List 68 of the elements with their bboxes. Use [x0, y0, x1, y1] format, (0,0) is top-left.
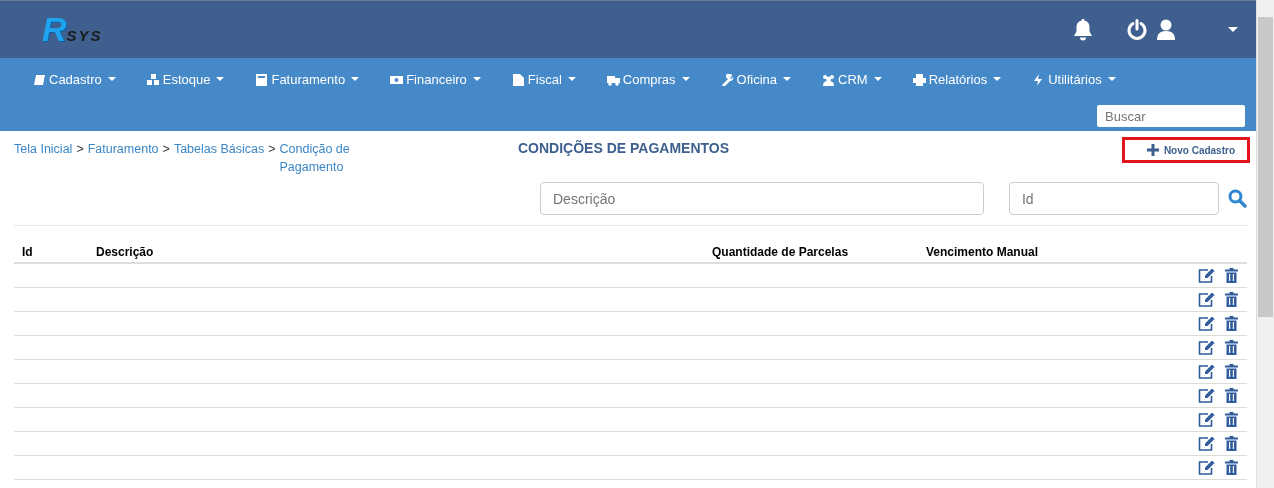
menu-item[interactable]: Estoque	[139, 68, 232, 91]
edit-icon[interactable]	[1198, 436, 1215, 451]
cubes-icon	[146, 73, 160, 86]
truck-icon	[606, 73, 620, 86]
caret-icon[interactable]	[1228, 26, 1238, 33]
page-title: CONDIÇÕES DE PAGAMENTOS	[517, 139, 731, 156]
breadcrumb-link[interactable]: Faturamento	[87, 140, 159, 158]
caret-icon	[472, 77, 481, 82]
power-icon[interactable]	[1126, 18, 1148, 41]
users-icon	[822, 73, 836, 86]
caret-icon	[783, 77, 792, 82]
breadcrumb-separator: >	[162, 141, 170, 158]
menu-item[interactable]: CRM	[815, 68, 889, 91]
edit-icon[interactable]	[1198, 268, 1215, 283]
caret-icon	[351, 77, 360, 82]
edit-icon[interactable]	[1198, 388, 1215, 403]
search-icon[interactable]	[1228, 189, 1247, 208]
menu-item[interactable]: Oficina	[713, 68, 799, 91]
money-icon	[390, 73, 404, 86]
file-icon	[511, 73, 525, 86]
user-icon[interactable]	[1156, 18, 1176, 41]
plus-icon	[1146, 144, 1159, 156]
wrench-icon	[720, 73, 734, 86]
menu-item[interactable]: Faturamento	[248, 68, 367, 91]
caret-icon	[567, 77, 576, 82]
search-field[interactable]: Buscar	[1097, 105, 1245, 127]
trash-icon[interactable]	[1225, 340, 1238, 355]
trash-icon[interactable]	[1225, 268, 1238, 283]
menu-item[interactable]: Relatórios	[905, 68, 1009, 91]
menu-item[interactable]: Utilitários	[1025, 68, 1123, 91]
description-field[interactable]: Descrição	[540, 182, 984, 215]
caret-icon	[1107, 77, 1116, 82]
caret-icon	[107, 77, 116, 82]
menu-item[interactable]: Cadastro	[26, 68, 123, 91]
menu-item[interactable]: Fiscal	[504, 68, 583, 91]
breadcrumb-link[interactable]: Condição de Pagamento	[279, 140, 356, 176]
edit-icon[interactable]	[1198, 460, 1215, 475]
trash-icon[interactable]	[1225, 436, 1238, 451]
breadcrumb-separator: >	[76, 141, 84, 158]
logo: RSYS	[42, 10, 103, 49]
edit-icon[interactable]	[1198, 412, 1215, 427]
caret-icon	[993, 77, 1002, 82]
column-header: Vencimento Manual	[926, 245, 1039, 259]
caret-icon	[216, 77, 225, 82]
trash-icon[interactable]	[1225, 460, 1238, 475]
bell-icon[interactable]	[1072, 17, 1094, 42]
edit-icon[interactable]	[1198, 364, 1215, 379]
column-header: Quantidade de Parcelas	[712, 245, 850, 259]
trash-icon[interactable]	[1225, 364, 1238, 379]
trash-icon[interactable]	[1225, 388, 1238, 403]
trash-icon[interactable]	[1225, 412, 1238, 427]
edit-icon[interactable]	[1198, 316, 1215, 331]
caret-icon	[681, 77, 690, 82]
edit-icon[interactable]	[1198, 292, 1215, 307]
id-field[interactable]: Id	[1009, 182, 1220, 215]
caret-icon	[873, 77, 882, 82]
menu-item[interactable]: Financeiro	[383, 68, 488, 91]
menu-item[interactable]: Compras	[599, 68, 697, 91]
edit-icon[interactable]	[1198, 340, 1215, 355]
calculator-icon	[255, 73, 269, 86]
trash-icon[interactable]	[1225, 316, 1238, 331]
trash-icon[interactable]	[1225, 292, 1238, 307]
breadcrumb-link[interactable]: Tela Inicial	[14, 140, 73, 158]
column-header: Descrição	[96, 245, 155, 259]
column-header: Id	[22, 245, 34, 259]
breadcrumb-separator: >	[268, 141, 276, 158]
breadcrumb-link[interactable]: Tabelas Básicas	[173, 140, 265, 158]
scrollbar[interactable]	[1256, 0, 1274, 488]
